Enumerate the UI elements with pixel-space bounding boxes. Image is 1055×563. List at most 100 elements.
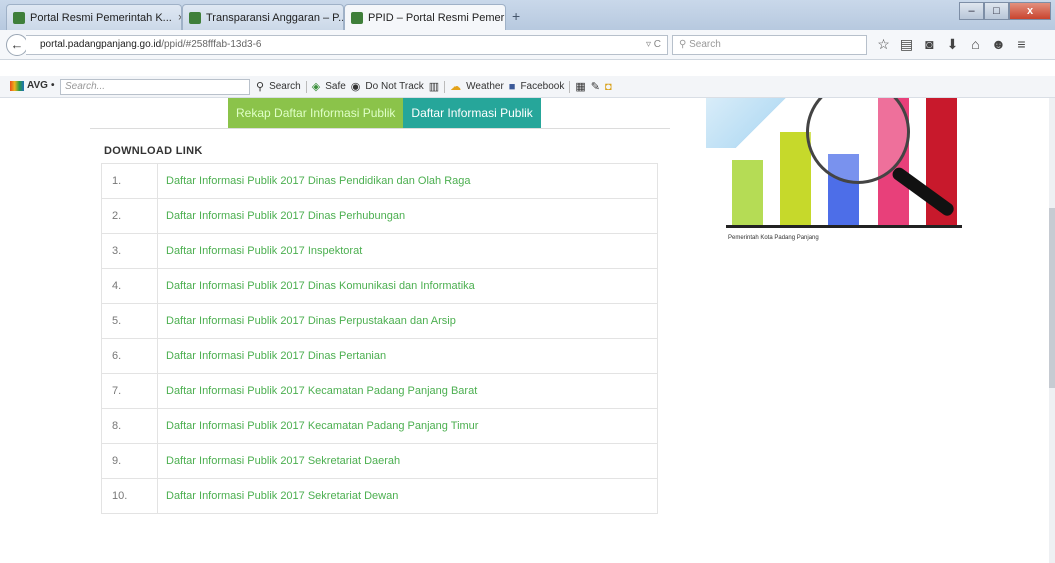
trash-icon[interactable]: ▥ [429, 80, 439, 93]
avg-logo-text: AVG [27, 80, 48, 91]
download-link[interactable]: Daftar Informasi Publik 2017 Dinas Perhu… [157, 198, 658, 234]
download-link-table: 1. Daftar Informasi Publik 2017 Dinas Pen… [101, 163, 658, 514]
divider [444, 80, 446, 93]
banner-baseline [726, 225, 962, 228]
browser-tab-title: PPID – Portal Resmi Pemeri... [368, 12, 506, 24]
bookmarks-icon[interactable]: ▤ [895, 36, 918, 53]
notepad-icon[interactable]: ✎ [591, 80, 600, 93]
download-link[interactable]: Daftar Informasi Publik 2017 Inspektorat [157, 233, 658, 269]
browser-tab-bar: Portal Resmi Pemerintah K... × Transpara… [0, 0, 1055, 31]
star-icon[interactable]: ☆ [872, 36, 895, 53]
weather-icon: ☁ [450, 81, 462, 93]
chat-icon[interactable]: ☻ [987, 36, 1010, 53]
banner-bar [732, 160, 763, 226]
browser-search-input[interactable]: ⚲ Search [672, 35, 867, 55]
calendar-icon[interactable]: ▦ [575, 80, 585, 93]
back-button[interactable]: ← [6, 34, 28, 56]
close-window-button[interactable]: x [1009, 2, 1051, 20]
content-tabs: Rekap Daftar Informasi Publik Daftar Inf… [228, 98, 541, 128]
download-link[interactable]: Daftar Informasi Publik 2017 Sekretariat… [157, 443, 658, 479]
browser-tab-title: Transparansi Anggaran – P... [206, 11, 344, 24]
browser-toolbar-icons: ☆ ▤ ◙ ⬇ ⌂ ☻ ≡ [872, 36, 1033, 53]
row-number: 1. [101, 163, 158, 199]
menu-icon[interactable]: ≡ [1010, 36, 1033, 53]
navigation-bar: ← portal.padangpanjang.go.id/ppid/#258ff… [0, 30, 1055, 60]
pocket-icon[interactable]: ◙ [918, 36, 941, 53]
download-icon[interactable]: ⬇ [941, 36, 964, 53]
close-tab-icon[interactable]: × [172, 12, 181, 24]
game-icon[interactable]: ◘ [605, 81, 612, 93]
table-row: 6. Daftar Informasi Publik 2017 Dinas Per… [101, 338, 658, 374]
row-number: 6. [101, 338, 158, 374]
tab-daftar-informasi-publik[interactable]: Daftar Informasi Publik [403, 98, 541, 128]
home-icon[interactable]: ⌂ [964, 36, 987, 53]
site-favicon-icon [189, 11, 201, 24]
table-row: 2. Daftar Informasi Publik 2017 Dinas Per… [101, 198, 658, 234]
avg-logo[interactable]: AVG • [10, 80, 54, 91]
minimize-button[interactable]: – [959, 2, 984, 20]
avg-search-input[interactable]: Search... [60, 79, 250, 95]
page-scrollbar[interactable] [1049, 98, 1055, 563]
row-number: 10. [101, 478, 158, 514]
avg-weather-button[interactable]: Weather [466, 81, 504, 92]
avg-do-not-track-button[interactable]: Do Not Track [365, 81, 423, 92]
table-row: 9. Daftar Informasi Publik 2017 Sekretari… [101, 443, 658, 479]
browser-tab-transparansi[interactable]: Transparansi Anggaran – P... × [182, 4, 344, 30]
row-number: 3. [101, 233, 158, 269]
eye-icon: ◉ [350, 81, 361, 93]
table-row: 7. Daftar Informasi Publik 2017 Kecamatan… [101, 373, 658, 409]
download-link[interactable]: Daftar Informasi Publik 2017 Kecamatan P… [157, 408, 658, 444]
browser-tab-ppid[interactable]: PPID – Portal Resmi Pemeri... × [344, 4, 506, 31]
row-number: 8. [101, 408, 158, 444]
download-link[interactable]: Daftar Informasi Publik 2017 Dinas Komun… [157, 268, 658, 304]
divider [305, 80, 307, 93]
table-row: 1. Daftar Informasi Publik 2017 Dinas Pen… [101, 163, 658, 199]
download-link[interactable]: Daftar Informasi Publik 2017 Kecamatan P… [157, 373, 658, 409]
statistics-banner: Pemerintah Kota Padang Panjang [706, 98, 968, 244]
row-number: 9. [101, 443, 158, 479]
download-link[interactable]: Daftar Informasi Publik 2017 Dinas Pendi… [157, 163, 658, 199]
scrollbar-thumb[interactable] [1049, 208, 1055, 388]
avg-search-button[interactable]: Search [269, 81, 301, 92]
avg-safe-button[interactable]: Safe [325, 81, 346, 92]
facebook-icon: ■ [508, 80, 516, 93]
search-placeholder: Search [689, 39, 721, 50]
tab-rekap-daftar-informasi-publik[interactable]: Rekap Daftar Informasi Publik [228, 98, 404, 128]
table-row: 5. Daftar Informasi Publik 2017 Dinas Per… [101, 303, 658, 339]
row-number: 2. [101, 198, 158, 234]
download-link[interactable]: Daftar Informasi Publik 2017 Dinas Perpu… [157, 303, 658, 339]
row-number: 4. [101, 268, 158, 304]
avg-toolbar-items: ⚲ Search ◈ Safe ◉ Do Not Track ▥ ☁ Weath… [256, 80, 612, 93]
row-number: 7. [101, 373, 158, 409]
maximize-button[interactable]: □ [984, 2, 1009, 20]
new-tab-button[interactable]: + [512, 8, 520, 24]
site-favicon-icon [351, 12, 363, 24]
banner-caption: Pemerintah Kota Padang Panjang [728, 235, 819, 241]
row-number: 5. [101, 303, 158, 339]
shield-icon: ◈ [311, 81, 321, 93]
avg-facebook-button[interactable]: Facebook [520, 81, 564, 92]
search-icon: ⚲ [679, 39, 687, 50]
avg-toolbar: AVG • Search... ⚲ Search ◈ Safe ◉ Do Not… [0, 76, 1055, 98]
download-link-heading: DOWNLOAD LINK [104, 145, 203, 157]
avg-dropdown-icon[interactable]: • [51, 80, 55, 91]
url-path: /ppid/#258fffab-13d3-6 [161, 39, 262, 50]
reload-icon[interactable]: ▿ C [646, 36, 661, 54]
download-link[interactable]: Daftar Informasi Publik 2017 Dinas Perta… [157, 338, 658, 374]
browser-tab-title: Portal Resmi Pemerintah K... [30, 11, 172, 24]
window-controls: – □ x [959, 2, 1051, 20]
download-link[interactable]: Daftar Informasi Publik 2017 Sekretariat… [157, 478, 658, 514]
table-row: 4. Daftar Informasi Publik 2017 Dinas Kom… [101, 268, 658, 304]
divider [569, 80, 571, 93]
site-favicon-icon [13, 11, 25, 24]
address-bar[interactable]: portal.padangpanjang.go.id/ppid/#258fffa… [26, 35, 668, 55]
url-host: portal.padangpanjang.go.id [40, 39, 162, 50]
banner-bar [780, 132, 811, 226]
table-row: 10. Daftar Informasi Publik 2017 Sekretar… [101, 478, 658, 514]
table-row: 8. Daftar Informasi Publik 2017 Kecamatan… [101, 408, 658, 444]
tab-divider [90, 128, 670, 129]
search-icon: ⚲ [256, 81, 265, 93]
avg-logo-icon [10, 80, 24, 91]
table-row: 3. Daftar Informasi Publik 2017 Inspektor… [101, 233, 658, 269]
browser-tab-portal[interactable]: Portal Resmi Pemerintah K... × [6, 4, 182, 30]
